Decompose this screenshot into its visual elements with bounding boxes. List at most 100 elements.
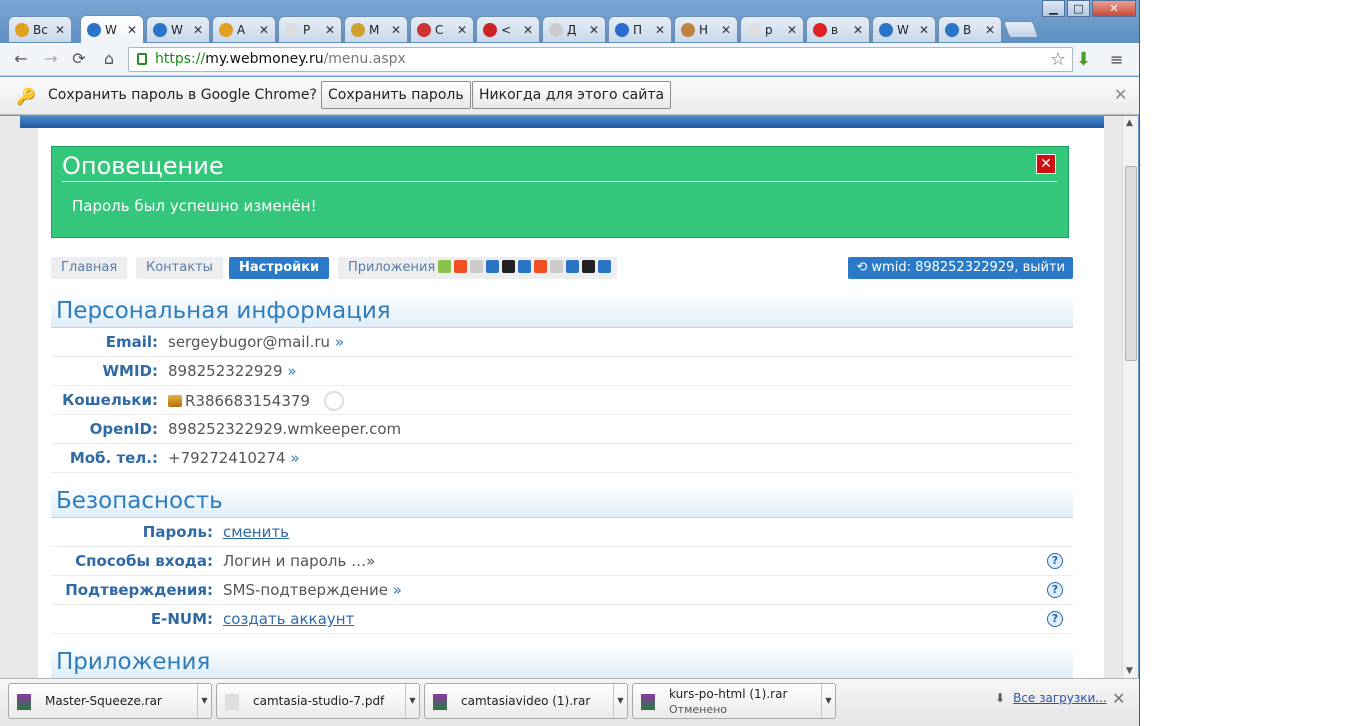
tab-close-icon[interactable]: ✕ [721, 23, 731, 37]
help-icon[interactable]: ? [1047, 553, 1063, 569]
wmid-logout-button[interactable]: ⟲ wmid: 898252322929, выйти [848, 257, 1073, 279]
never-save-button[interactable]: Никогда для этого сайта [472, 81, 672, 109]
infobar-close-icon[interactable]: ✕ [1114, 85, 1127, 104]
back-icon[interactable]: ← [10, 49, 32, 69]
tab-close-icon[interactable]: ✕ [193, 23, 203, 37]
download-dropdown-icon[interactable]: ▼ [613, 684, 627, 718]
tab-close-icon[interactable]: ✕ [523, 23, 533, 37]
tab-8[interactable]: < ✕ [476, 16, 540, 42]
tab-close-icon[interactable]: ✕ [985, 23, 995, 37]
scrollbar[interactable]: ▲ ▼ [1122, 116, 1138, 678]
app-platform-icon[interactable] [582, 260, 596, 273]
menu-icon[interactable]: ≡ [1110, 50, 1123, 69]
nav-settings[interactable]: Настройки [229, 257, 330, 279]
minimize-button[interactable]: ▁ [1042, 0, 1065, 17]
phone-arrow-link[interactable]: » [290, 449, 299, 467]
home-icon[interactable]: ⌂ [98, 49, 120, 69]
change-password-link[interactable]: сменить [223, 523, 289, 541]
nav-contacts[interactable]: Контакты [136, 257, 223, 279]
download-dropdown-icon[interactable]: ▼ [405, 684, 419, 718]
login-methods-value[interactable]: Логин и пароль …» [223, 552, 375, 570]
close-window-button[interactable]: ✕ [1092, 0, 1136, 17]
tab-5[interactable]: Р ✕ [278, 16, 342, 42]
download-dropdown-icon[interactable]: ▼ [197, 684, 211, 718]
scrollbar-thumb[interactable] [1125, 166, 1137, 361]
tab-10[interactable]: П ✕ [608, 16, 672, 42]
url-domain: my.webmoney.ru [205, 51, 324, 67]
tab-9[interactable]: Д ✕ [542, 16, 606, 42]
help-icon[interactable]: ? [1047, 611, 1063, 627]
tab-close-icon[interactable]: ✕ [55, 23, 65, 37]
nav-apps[interactable]: Приложения [338, 257, 618, 279]
tab-12[interactable]: р ✕ [740, 16, 804, 42]
tab-4[interactable]: A ✕ [212, 16, 276, 42]
app-platform-icon[interactable] [566, 260, 580, 273]
app-platform-icon[interactable] [598, 260, 612, 273]
app-platform-icon[interactable] [518, 260, 532, 273]
row-wmid: WMID: 898252322929 » [51, 357, 1073, 386]
tab-close-icon[interactable]: ✕ [787, 23, 797, 37]
scroll-up-icon[interactable]: ▲ [1126, 118, 1133, 128]
nav-home[interactable]: Главная [51, 257, 128, 279]
app-platform-icon[interactable] [470, 260, 484, 273]
download-dropdown-icon[interactable]: ▼ [821, 684, 835, 718]
save-password-button[interactable]: Сохранить пароль [321, 81, 471, 109]
tab-6[interactable]: M ✕ [344, 16, 408, 42]
address-bar[interactable]: https://my.webmoney.ru/menu.aspx ☆ [128, 47, 1073, 72]
app-platform-icon[interactable] [502, 260, 516, 273]
download-item[interactable]: camtasiavideo (1).rar ▼ [424, 683, 628, 719]
download-status: Отменено [669, 703, 728, 716]
download-icon[interactable]: ⬇ [1076, 49, 1091, 70]
scroll-down-icon[interactable]: ▼ [1126, 666, 1133, 676]
tab-7[interactable]: C ✕ [410, 16, 474, 42]
new-tab-button[interactable] [1002, 21, 1040, 38]
enum-label: E-NUM: [150, 610, 213, 628]
notification-box: Оповещение Пароль был успешно изменён! ✕ [51, 146, 1069, 238]
tab-13[interactable]: в ✕ [806, 16, 870, 42]
create-account-link[interactable]: создать аккаунт [223, 610, 354, 628]
tab-15[interactable]: В ✕ [938, 16, 1002, 42]
maximize-button[interactable]: □ [1067, 0, 1090, 17]
tab-close-icon[interactable]: ✕ [325, 23, 335, 37]
row-openid: OpenID: 898252322929.wmkeeper.com [51, 415, 1073, 444]
email-arrow-link[interactable]: » [335, 333, 344, 351]
notification-close-icon[interactable]: ✕ [1036, 154, 1056, 174]
download-item[interactable]: Master-Squeeze.rar ▼ [8, 683, 212, 719]
wallets-value[interactable]: R386683154379 [185, 392, 310, 410]
tab-close-icon[interactable]: ✕ [259, 23, 269, 37]
wmid-arrow-link[interactable]: » [287, 362, 296, 380]
app-platform-icon[interactable] [454, 260, 468, 273]
app-platform-icon[interactable] [534, 260, 548, 273]
tab-close-icon[interactable]: ✕ [127, 23, 137, 37]
tab-close-icon[interactable]: ✕ [457, 23, 467, 37]
download-item[interactable]: camtasia-studio-7.pdf ▼ [216, 683, 420, 719]
tab-14[interactable]: W ✕ [872, 16, 936, 42]
tab-close-icon[interactable]: ✕ [391, 23, 401, 37]
tab-1[interactable]: Вс ✕ [8, 16, 72, 42]
tab-11[interactable]: Н ✕ [674, 16, 738, 42]
download-shelf-close-icon[interactable]: ✕ [1112, 689, 1125, 708]
download-item[interactable]: kurs-po-html (1).rar Отменено ▼ [632, 683, 836, 719]
tab-close-icon[interactable]: ✕ [853, 23, 863, 37]
help-icon[interactable]: ? [1047, 582, 1063, 598]
settings-nav: Главная Контакты Настройки Приложения ⟲ … [51, 257, 1073, 279]
refresh-icon[interactable] [323, 391, 344, 411]
tab-favicon-icon [483, 22, 497, 37]
tab-close-icon[interactable]: ✕ [589, 23, 599, 37]
bookmark-star-icon[interactable]: ☆ [1050, 48, 1066, 71]
reload-icon[interactable]: ⟳ [68, 49, 90, 69]
wallet-icon [168, 395, 182, 407]
tab-2[interactable]: W ✕ [80, 15, 144, 43]
forward-icon[interactable]: → [40, 49, 62, 69]
site-header-banner [20, 116, 1104, 128]
tab-title: A [237, 22, 246, 37]
tab-title: W [897, 22, 909, 37]
app-platform-icon[interactable] [550, 260, 564, 273]
tab-close-icon[interactable]: ✕ [919, 23, 929, 37]
tab-close-icon[interactable]: ✕ [655, 23, 665, 37]
confirmations-arrow-link[interactable]: » [393, 581, 402, 599]
tab-3[interactable]: W ✕ [146, 16, 210, 42]
all-downloads-link[interactable]: ⬇ Все загрузки... [995, 691, 1107, 705]
app-platform-icon[interactable] [438, 260, 452, 273]
app-platform-icon[interactable] [486, 260, 500, 273]
